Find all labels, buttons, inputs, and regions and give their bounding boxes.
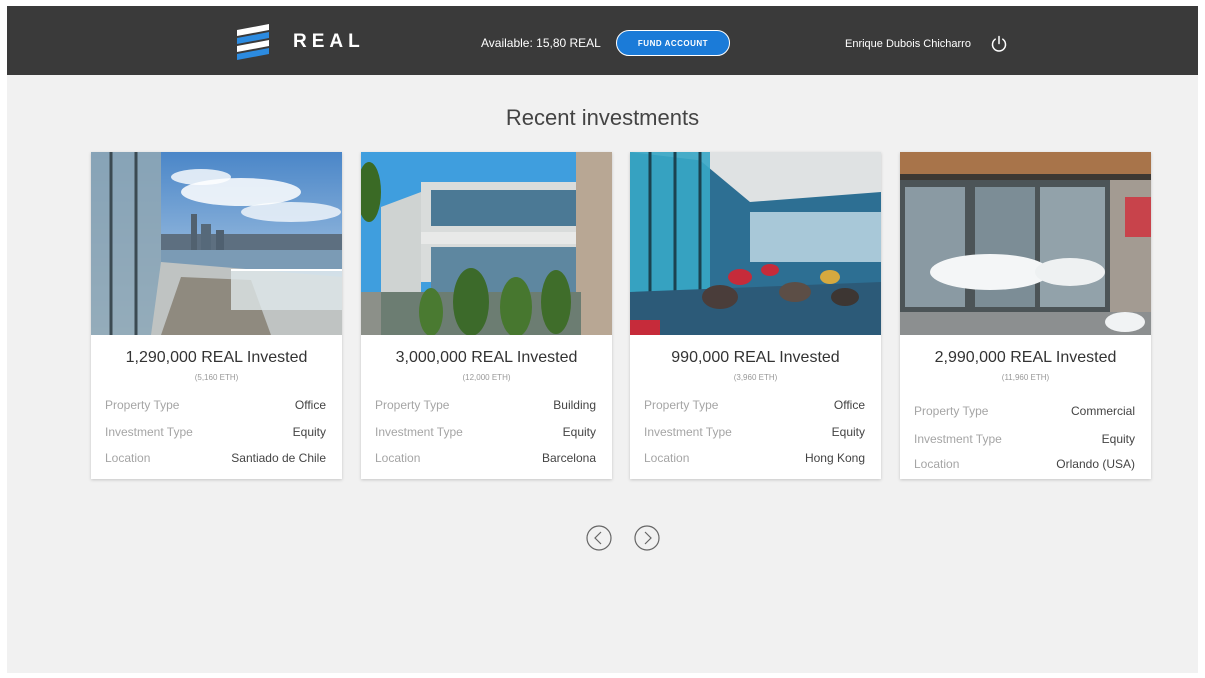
location-value: Barcelona <box>541 451 596 465</box>
brand-name[interactable]: REAL <box>293 31 365 53</box>
invested-amount: 2,990,000 REAL Invested <box>934 349 1117 366</box>
power-icon[interactable] <box>990 35 1008 53</box>
eth-amount: (3,960 ETH) <box>733 373 778 382</box>
investment-type-row: Investment Type Equity <box>914 432 1135 448</box>
investment-card[interactable]: 3,000,000 REAL Invested (12,000 ETH) Pro… <box>361 152 612 479</box>
investment-type-label: Investment Type <box>644 425 732 439</box>
location-label: Location <box>644 451 690 465</box>
invested-amount: 990,000 REAL Invested <box>671 349 840 366</box>
chevron-left-icon[interactable] <box>586 525 612 551</box>
investment-type-label: Investment Type <box>105 425 193 439</box>
location-row: Location Barcelona <box>375 451 596 467</box>
location-label: Location <box>105 451 151 465</box>
investment-card[interactable]: 1,290,000 REAL Invested (5,160 ETH) Prop… <box>91 152 342 479</box>
property-type-label: Property Type <box>375 398 450 412</box>
fund-account-button[interactable]: FUND ACCOUNT <box>616 30 730 56</box>
location-row: Location Orlando (USA) <box>914 457 1135 473</box>
investment-cards: 1,290,000 REAL Invested (5,160 ETH) Prop… <box>91 152 1151 482</box>
investment-type-row: Investment Type Equity <box>375 425 596 441</box>
property-type-label: Property Type <box>105 398 180 412</box>
property-type-row: Property Type Building <box>375 398 596 414</box>
user-name[interactable]: Enrique Dubois Chicharro <box>845 38 971 50</box>
investment-type-row: Investment Type Equity <box>105 425 326 441</box>
investment-card[interactable]: 990,000 REAL Invested (3,960 ETH) Proper… <box>630 152 881 479</box>
investment-type-value: Equity <box>831 425 865 439</box>
property-photo <box>91 152 342 335</box>
invested-amount: 1,290,000 REAL Invested <box>125 349 308 366</box>
investment-type-label: Investment Type <box>914 432 1002 446</box>
property-type-row: Property Type Office <box>644 398 865 414</box>
page-title: Recent investments <box>505 105 700 130</box>
property-photo <box>900 152 1151 335</box>
location-label: Location <box>375 451 421 465</box>
investment-card[interactable]: 2,990,000 REAL Invested (11,960 ETH) Pro… <box>900 152 1151 479</box>
app-frame: REAL Available: 15,80 REAL FUND ACCOUNT … <box>7 6 1198 673</box>
location-value: Hong Kong <box>804 451 865 465</box>
top-bar: REAL Available: 15,80 REAL FUND ACCOUNT … <box>7 6 1198 75</box>
location-value: Santiado de Chile <box>231 451 326 465</box>
available-balance: Available: 15,80 REAL <box>481 36 601 50</box>
eth-amount: (11,960 ETH) <box>1001 373 1050 382</box>
investment-type-label: Investment Type <box>375 425 463 439</box>
eth-amount: (12,000 ETH) <box>462 373 511 382</box>
property-type-label: Property Type <box>644 398 719 412</box>
property-type-value: Office <box>294 398 326 412</box>
property-type-value: Commercial <box>1070 404 1135 418</box>
eth-amount: (5,160 ETH) <box>194 373 239 382</box>
investment-type-value: Equity <box>1101 432 1135 446</box>
chevron-right-icon[interactable] <box>634 525 660 551</box>
property-photo <box>361 152 612 335</box>
investment-type-value: Equity <box>292 425 326 439</box>
location-row: Location Hong Kong <box>644 451 865 467</box>
property-type-row: Property Type Commercial <box>914 404 1135 420</box>
location-row: Location Santiado de Chile <box>105 451 326 467</box>
investment-type-row: Investment Type Equity <box>644 425 865 441</box>
location-value: Orlando (USA) <box>1056 457 1135 471</box>
investment-type-value: Equity <box>562 425 596 439</box>
property-type-value: Office <box>833 398 865 412</box>
property-type-label: Property Type <box>914 404 989 418</box>
property-photo <box>630 152 881 335</box>
location-label: Location <box>914 457 960 471</box>
invested-amount: 3,000,000 REAL Invested <box>395 349 578 366</box>
real-logo-icon[interactable] <box>233 22 273 60</box>
property-type-value: Building <box>553 398 596 412</box>
property-type-row: Property Type Office <box>105 398 326 414</box>
